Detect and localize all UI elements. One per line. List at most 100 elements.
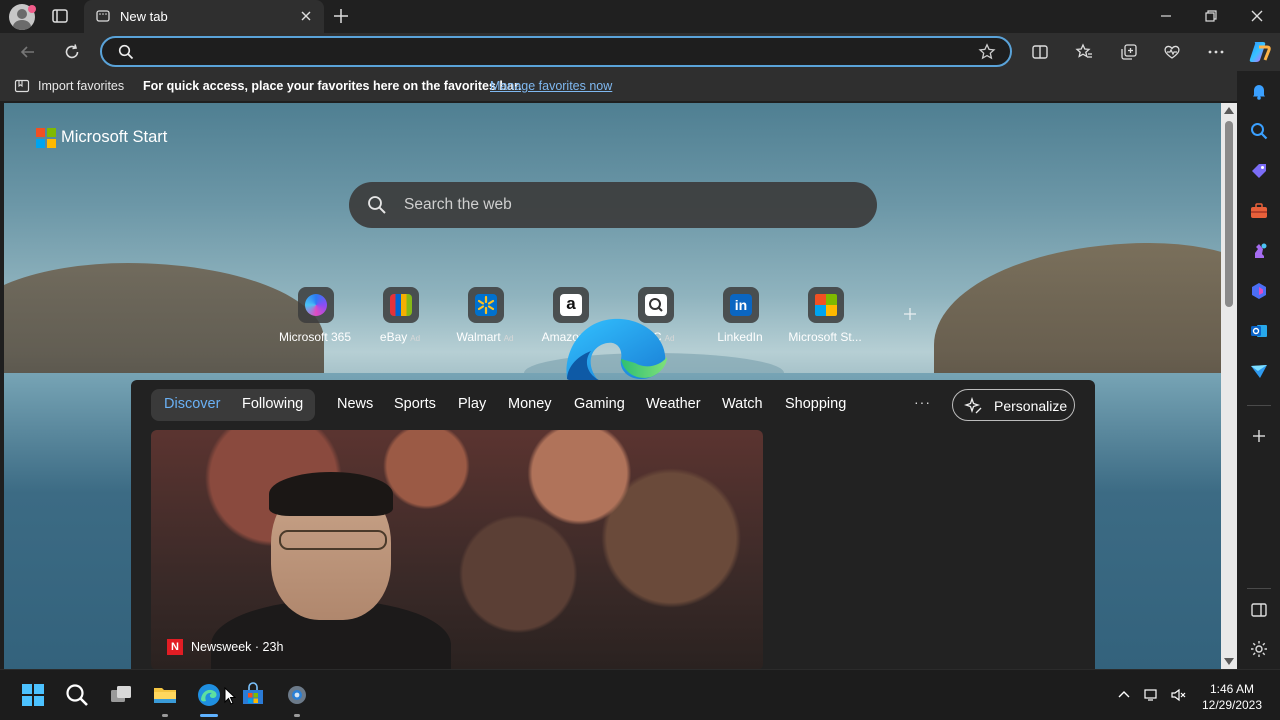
scrollbar-thumb[interactable] [1225,121,1233,307]
edge-logo-icon [566,318,667,384]
tab-actions-icon[interactable] [51,7,69,25]
card-image-figure-hair [269,472,393,516]
games-chess-icon[interactable] [1249,241,1269,261]
microsoft-store-icon [808,287,844,323]
newsweek-logo-icon: N [167,639,183,655]
microsoft-365-icon [298,287,334,323]
quick-link-microsoft-store[interactable]: Microsoft St... [780,287,870,347]
search-icon [368,196,386,214]
web-search-placeholder: Search the web [404,196,512,213]
settings-taskbar-icon[interactable] [284,682,310,708]
browser-window: New tab Import favorites For quick acces… [0,0,1280,720]
feed-tab-watch[interactable]: Watch [722,396,763,412]
sidebar-divider [1247,588,1271,589]
clock-date: 12/29/2023 [1201,698,1263,712]
task-view-icon[interactable] [108,682,134,708]
sparkle-pen-icon [964,397,982,414]
hide-sidebar-icon[interactable] [1249,600,1269,620]
news-feed-panel: Discover Following News Sports Play Mone… [131,380,1095,669]
walmart-icon [468,287,504,323]
new-tab-plus-icon[interactable] [332,7,350,25]
new-tab-page-icon [96,10,110,22]
ebay-icon [383,287,419,323]
feed-tab-shopping[interactable]: Shopping [785,396,846,412]
import-favorites-icon[interactable] [14,78,30,94]
feed-tab-play[interactable]: Play [458,396,486,412]
card-source: N Newsweek · 23h [167,638,283,656]
split-screen-icon[interactable] [1030,42,1050,62]
quick-link-label: Microsoft St... [788,330,862,344]
more-options-icon[interactable] [1206,42,1226,62]
network-icon[interactable] [1144,687,1160,703]
quick-link-label: LinkedIn [717,330,763,344]
browser-essentials-heart-icon[interactable] [1162,42,1182,62]
navigation-toolbar [0,33,1280,71]
favorites-bar-hint: For quick access, place your favorites h… [143,79,522,93]
linkedin-icon: in [723,287,759,323]
show-hidden-icons-chevron-icon[interactable] [1116,687,1132,703]
tab-title: New tab [120,9,168,24]
favorites-icon[interactable] [1074,42,1094,62]
restore-icon[interactable] [1202,7,1220,25]
page-scrollbar[interactable] [1221,103,1237,669]
add-favorite-star-icon[interactable] [978,43,996,61]
microsoft-start-brand[interactable]: Microsoft Start [61,128,167,147]
add-sidebar-app-plus-icon[interactable] [1249,426,1269,446]
microsoft-store-taskbar-icon[interactable] [240,682,266,708]
import-favorites-button[interactable]: Import favorites [38,79,124,93]
scroll-up-arrow-icon[interactable] [1224,107,1234,114]
address-input[interactable] [140,42,960,62]
web-search-box[interactable]: Search the web [349,182,877,228]
clock-time: 1:46 AM [1209,682,1255,696]
windows-taskbar: 1:46 AM 12/29/2023 [0,669,1280,720]
shopping-tag-icon[interactable] [1249,161,1269,181]
manage-favorites-link[interactable]: Manage favorites now [490,79,612,93]
close-tab-icon[interactable] [298,8,314,24]
edge-taskbar-icon[interactable] [196,682,222,708]
feed-tab-weather[interactable]: Weather [646,396,701,412]
feed-tab-gaming[interactable]: Gaming [574,396,625,412]
card-image-figure-glasses [279,530,387,550]
tab-new-tab[interactable]: New tab [84,0,324,33]
ad-badge: Ad [410,334,421,343]
volume-muted-icon[interactable] [1170,687,1186,703]
scroll-down-arrow-icon[interactable] [1224,658,1234,665]
feed-tab-news[interactable]: News [337,396,373,412]
outlook-icon[interactable] [1249,321,1269,341]
settings-gear-icon[interactable] [1249,639,1269,659]
feed-tab-money[interactable]: Money [508,396,552,412]
minimize-icon[interactable] [1157,7,1175,25]
search-icon [118,44,134,60]
taskbar-search-icon[interactable] [64,682,90,708]
quick-link-label: Microsoft 365 [278,330,352,344]
drop-send-icon[interactable] [1249,361,1269,381]
edge-active-indicator [200,714,218,717]
quick-link-label: Walmart [456,330,501,344]
feed-tab-sports[interactable]: Sports [394,396,436,412]
back-arrow-icon[interactable] [18,42,38,62]
search-icon[interactable] [1249,121,1269,141]
sidebar-divider [1247,405,1271,406]
microsoft-365-sidebar-icon[interactable] [1249,281,1269,301]
card-source-text: Newsweek · 23h [191,640,284,654]
microsoft-logo-icon [36,128,56,148]
feed-tab-discover[interactable]: Discover [164,396,220,412]
close-window-icon[interactable] [1248,7,1266,25]
file-explorer-icon[interactable] [152,682,178,708]
windows-start-icon[interactable] [20,682,46,708]
add-quick-link-plus-icon[interactable] [901,305,919,323]
personalize-button[interactable]: Personalize [952,389,1075,421]
taskbar-clock[interactable]: 1:46 AM 12/29/2023 [1192,681,1272,713]
notification-bell-icon[interactable] [1249,81,1269,101]
file-explorer-running-indicator [162,714,168,717]
feed-tab-following[interactable]: Following [242,396,303,412]
copilot-icon[interactable] [1246,39,1272,65]
news-card[interactable]: N Newsweek · 23h [151,430,763,669]
collections-icon[interactable] [1119,42,1139,62]
address-bar[interactable] [100,36,1012,67]
ad-badge: Ad [503,334,514,343]
tools-briefcase-icon[interactable] [1249,201,1269,221]
feed-more-tabs-button[interactable]: ··· [914,394,931,410]
refresh-icon[interactable] [62,42,82,62]
mouse-cursor-icon [224,687,236,705]
